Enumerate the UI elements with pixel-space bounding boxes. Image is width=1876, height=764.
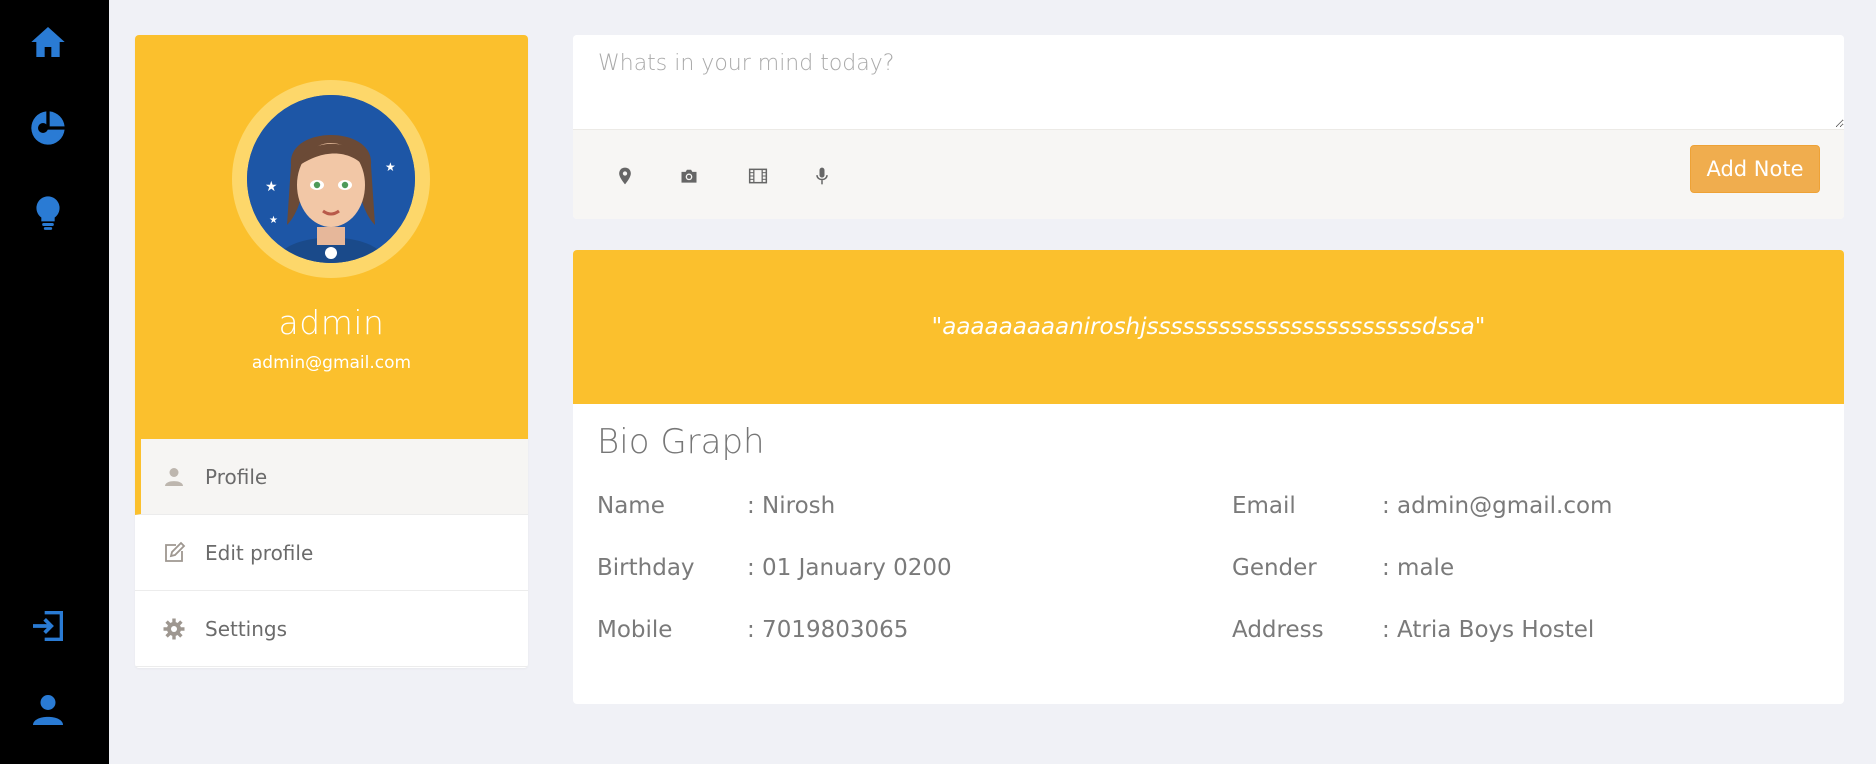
bio-title: Bio Graph	[597, 422, 765, 462]
bio-label: Gender	[1232, 555, 1317, 581]
profile-name: admin	[278, 303, 385, 342]
add-note-button[interactable]: Add Note	[1690, 145, 1820, 193]
svg-text:★: ★	[269, 215, 278, 226]
bio-value: : 7019803065	[747, 617, 909, 643]
note-toolbar: Add Note	[573, 129, 1844, 219]
menu-item-label: Edit profile	[205, 540, 314, 565]
microphone-icon[interactable]	[805, 159, 839, 193]
avatar-ring: ★ ★ ★	[232, 80, 430, 278]
profile-header: ★ ★ ★ admin admin@gmail.com	[135, 35, 528, 439]
camera-icon[interactable]	[672, 159, 706, 193]
bio-label: Email	[1232, 493, 1296, 519]
bio-quote: "aaaaaaaaaniroshjsssssssssssssssssssssss…	[573, 250, 1844, 404]
pie-chart-icon[interactable]	[25, 105, 71, 151]
menu-item-label: Settings	[205, 616, 288, 641]
bio-label: Address	[1232, 617, 1324, 643]
sign-in-icon[interactable]	[25, 603, 71, 649]
bio-field-name: Name : Nirosh	[597, 493, 835, 519]
note-composer: Add Note	[573, 35, 1844, 219]
home-icon[interactable]	[25, 19, 71, 65]
user-icon	[165, 467, 183, 486]
bio-field-mobile: Mobile : 7019803065	[597, 617, 908, 643]
sidebar-rail	[0, 0, 109, 764]
bio-field-email: Email : admin@gmail.com	[1232, 493, 1612, 519]
profile-email: admin@gmail.com	[251, 353, 412, 373]
lightbulb-icon[interactable]	[25, 190, 71, 236]
avatar[interactable]: ★ ★ ★	[247, 95, 415, 263]
bio-label: Name	[597, 493, 665, 519]
bio-field-gender: Gender : male	[1232, 555, 1454, 581]
bio-value: : Atria Boys Hostel	[1382, 617, 1595, 643]
bio-value: : admin@gmail.com	[1382, 493, 1613, 519]
bio-value: : 01 January 0200	[747, 555, 952, 581]
user-icon[interactable]	[25, 687, 71, 733]
bio-value: : Nirosh	[747, 493, 836, 519]
gear-icon	[163, 618, 185, 639]
menu-item-edit-profile[interactable]: Edit profile	[135, 515, 528, 591]
film-icon[interactable]	[741, 159, 775, 193]
profile-card: ★ ★ ★ admin admin@gmail.com Profile Edit…	[135, 35, 528, 668]
map-marker-icon[interactable]	[608, 159, 642, 193]
bio-card: "aaaaaaaaaniroshjsssssssssssssssssssssss…	[573, 250, 1844, 704]
note-input[interactable]	[573, 35, 1844, 128]
menu-item-settings[interactable]: Settings	[135, 591, 528, 667]
svg-text:★: ★	[385, 160, 396, 174]
bio-field-birthday: Birthday : 01 January 0200	[597, 555, 952, 581]
bio-value: : male	[1382, 555, 1455, 581]
svg-text:★: ★	[265, 179, 278, 195]
bio-label: Mobile	[597, 617, 673, 643]
bio-label: Birthday	[597, 555, 695, 581]
bio-field-address: Address : Atria Boys Hostel	[1232, 617, 1594, 643]
edit-icon	[165, 541, 186, 562]
menu-item-profile[interactable]: Profile	[135, 439, 528, 515]
menu-item-label: Profile	[205, 464, 268, 489]
